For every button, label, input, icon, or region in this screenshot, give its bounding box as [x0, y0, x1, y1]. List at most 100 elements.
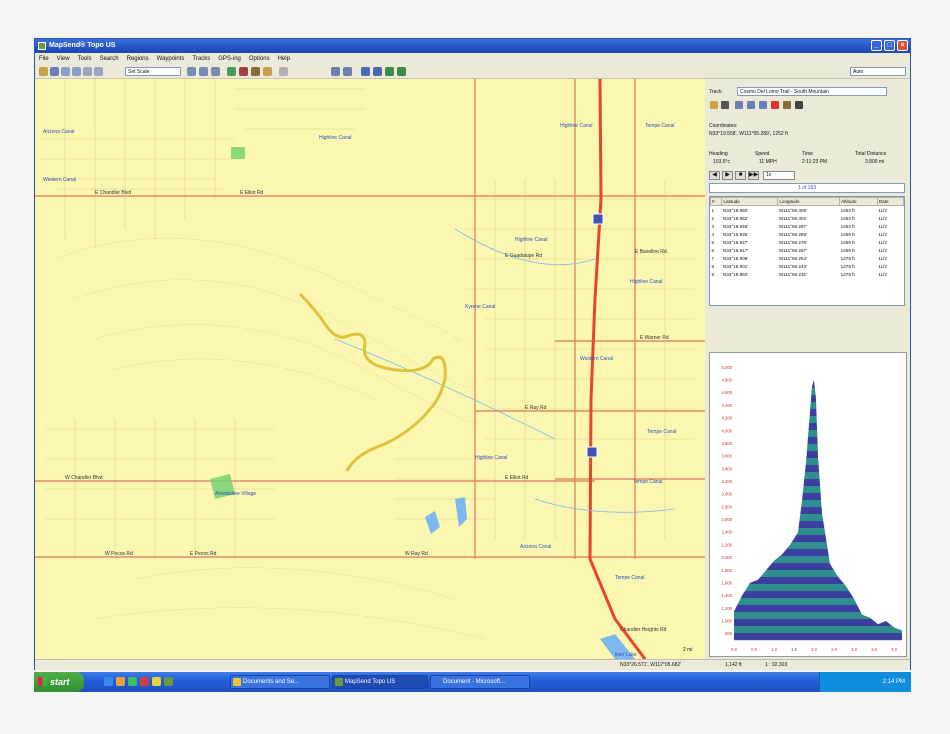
y-tick-label: 3,200 — [722, 479, 733, 484]
properties-icon[interactable] — [783, 101, 791, 109]
rewind-button[interactable]: ◀ — [709, 171, 720, 180]
map-label: Highline Canal — [515, 237, 548, 243]
menu-gps-ing[interactable]: GPS-ing — [218, 53, 241, 65]
close-button[interactable]: × — [897, 40, 908, 51]
map-graphics — [35, 79, 705, 659]
menu-tools[interactable]: Tools — [78, 53, 92, 65]
edit-track-icon[interactable] — [735, 101, 743, 109]
folder-icon[interactable] — [152, 677, 161, 686]
table-row[interactable]: 9 N33°18.893' W111°59.232' 1275 ft 11/2 — [711, 270, 904, 278]
speed-select[interactable]: 1x — [763, 171, 795, 180]
waypoint-icon[interactable] — [227, 67, 236, 76]
map-label: Highline Canal — [319, 135, 352, 141]
blank-icon[interactable] — [279, 67, 288, 76]
open-track-icon[interactable] — [710, 101, 718, 109]
gps-icon[interactable] — [385, 67, 394, 76]
media-icon[interactable] — [140, 677, 149, 686]
select-icon[interactable] — [199, 67, 208, 76]
track-select[interactable]: Cosmo Del Lomo Trail - South Mountain — [737, 87, 887, 96]
zoom-area-icon[interactable] — [83, 67, 92, 76]
y-tick-label: 1,000 — [722, 618, 733, 623]
y-tick-label: 2,000 — [722, 555, 733, 560]
cell: 6 — [711, 247, 715, 253]
cell: W111°59.297' — [778, 223, 807, 229]
scale-select[interactable]: Set Scale — [125, 67, 181, 76]
col-index[interactable]: # — [710, 197, 723, 206]
table-row[interactable]: 4 N33°18.935' W111°59.288' 1256 ft 11/2 — [711, 230, 904, 238]
menu-file[interactable]: File — [39, 53, 49, 65]
col-longitude[interactable]: Longitude — [777, 197, 841, 206]
cell: N33°18.935' — [722, 231, 749, 237]
measure-icon[interactable] — [211, 67, 220, 76]
start-button[interactable]: start — [34, 672, 84, 692]
play-button[interactable]: ▶ — [722, 171, 733, 180]
forward-button[interactable]: ▶▶ — [748, 171, 759, 180]
pan-icon[interactable] — [187, 67, 196, 76]
cell: 5 — [711, 239, 715, 245]
upload-icon[interactable] — [361, 67, 370, 76]
menu-waypoints[interactable]: Waypoints — [157, 53, 185, 65]
col-date[interactable]: Date — [876, 197, 904, 206]
cut-track-icon[interactable] — [747, 101, 755, 109]
zoom-select[interactable]: Auto — [850, 67, 906, 76]
cell: W111°59.267' — [778, 247, 807, 253]
menu-tracks[interactable]: Tracks — [192, 53, 210, 65]
minimize-button[interactable]: _ — [871, 40, 882, 51]
elevation-profile-chart[interactable]: 5,000 4,800 4,600 4,400 4,200 4,000 3,800 3,600… — [709, 352, 907, 657]
menu-search[interactable]: Search — [100, 53, 119, 65]
table-row[interactable]: 8 N33°18.901' W111°59.243' 1275 ft 11/2 — [711, 262, 904, 270]
table-row[interactable]: 1 N33°18.950' W111°59.308' 1252 ft 11/2 — [711, 206, 904, 215]
merge-track-icon[interactable] — [759, 101, 767, 109]
route-icon[interactable] — [239, 67, 248, 76]
table-row[interactable]: 3 N33°18.948' W111°59.297' 1252 ft 11/2 — [711, 222, 904, 230]
table-row[interactable]: 2 N33°18.952' W111°59.302' 1252 ft 11/2 — [711, 214, 904, 222]
task-document[interactable]: Document - Microsoft... — [430, 675, 530, 689]
delete-track-icon[interactable] — [771, 101, 779, 109]
stop-button[interactable]: ■ — [735, 171, 746, 180]
title-bar[interactable]: MapSend® Topo US _ □ × — [35, 39, 910, 53]
maximize-button[interactable]: □ — [884, 40, 895, 51]
table-row[interactable]: 5 N33°18.927' W111°59.276' 1256 ft 11/2 — [711, 238, 904, 246]
task-label: MapSend Topo US — [345, 679, 396, 685]
menu-view[interactable]: View — [57, 53, 70, 65]
open-icon[interactable] — [39, 67, 48, 76]
zoom-out-icon[interactable] — [72, 67, 81, 76]
col-altitude[interactable]: Altitude — [839, 197, 878, 206]
download-icon[interactable] — [373, 67, 382, 76]
find-icon[interactable] — [343, 67, 352, 76]
col-latitude[interactable]: Latitude — [721, 197, 779, 206]
road-label: W Chandler Blvd — [65, 475, 103, 481]
task-documents[interactable]: Documents and Se... — [230, 675, 330, 689]
zoom-fit-icon[interactable] — [94, 67, 103, 76]
menu-options[interactable]: Options — [249, 53, 270, 65]
map-label: Tempe Canal — [633, 479, 663, 485]
connect-icon[interactable] — [397, 67, 406, 76]
cell: W111°59.302' — [778, 215, 807, 221]
trackpoint-table[interactable]: # Latitude Longitude Altitude Date 1 N33°… — [709, 196, 905, 306]
mapsend-icon[interactable] — [164, 677, 173, 686]
search-icon[interactable] — [331, 67, 340, 76]
profile-icon[interactable] — [795, 101, 803, 109]
cell: 1252 ft — [840, 215, 855, 221]
table-row[interactable]: 6 N33°18.917' W111°59.267' 1256 ft 11/2 — [711, 246, 904, 254]
table-row[interactable]: 7 N33°18.908' W111°59.254' 1275 ft 11/2 — [711, 254, 904, 262]
track-icon[interactable] — [251, 67, 260, 76]
task-mapsend[interactable]: MapSend Topo US — [332, 675, 428, 689]
ie-icon[interactable] — [104, 677, 113, 686]
clock[interactable]: 2:14 PM — [883, 679, 905, 685]
desktop-icon[interactable] — [128, 677, 137, 686]
menu-help[interactable]: Help — [278, 53, 290, 65]
x-tick-label: 3.0 — [851, 647, 857, 652]
zoom-in-icon[interactable] — [61, 67, 70, 76]
y-tick-label: 4,400 — [722, 403, 733, 408]
outlook-icon[interactable] — [116, 677, 125, 686]
region-icon[interactable] — [263, 67, 272, 76]
y-tick-label: 4,600 — [722, 390, 733, 395]
print-icon[interactable] — [50, 67, 59, 76]
status-scale: 1 : 92,303 — [765, 662, 788, 668]
map-label: Kyrene Canal — [465, 304, 496, 310]
app-icon — [38, 42, 46, 50]
menu-regions[interactable]: Regions — [127, 53, 149, 65]
save-track-icon[interactable] — [721, 101, 729, 109]
map-view[interactable]: Highline Canal Highline Canal Highline C… — [35, 79, 705, 659]
